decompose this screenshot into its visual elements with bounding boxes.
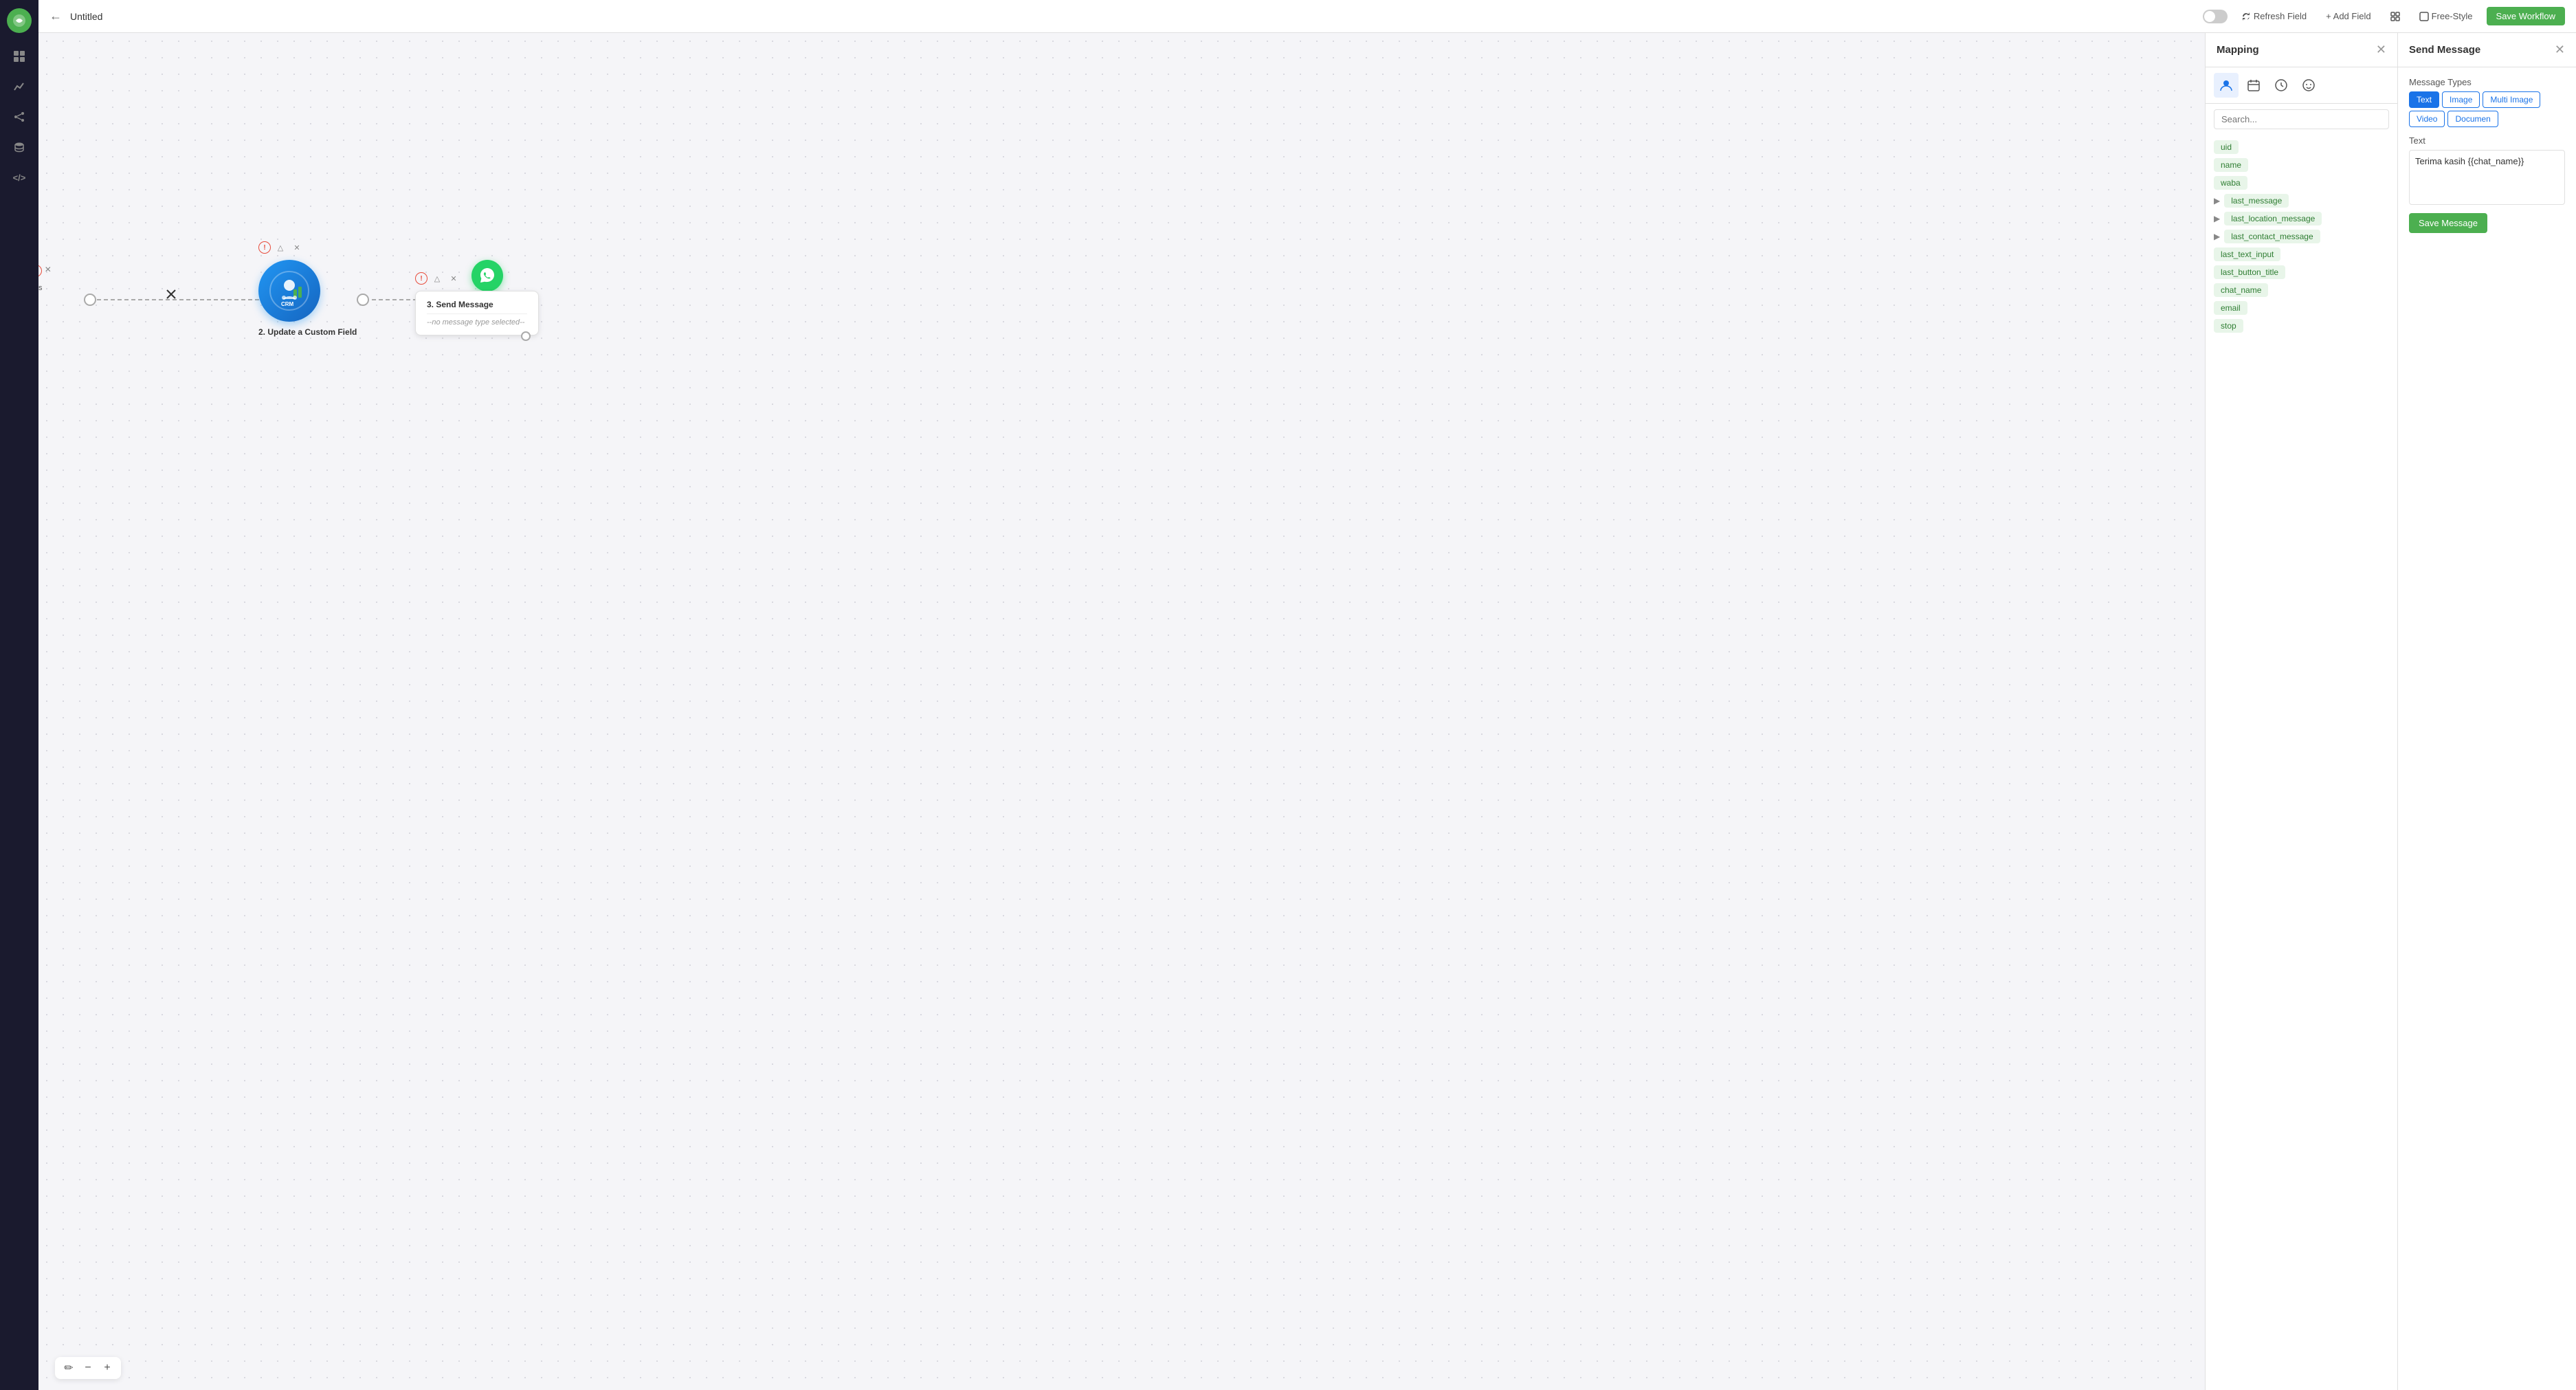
sidebar-item-code[interactable]: </>	[7, 165, 32, 190]
field-tag-last-location[interactable]: last_location_message	[2224, 212, 2322, 225]
output-connector[interactable]	[521, 331, 531, 341]
text-section: Text Terima kasih {{chat_name}}	[2409, 135, 2565, 205]
save-workflow-button[interactable]: Save Workflow	[2487, 7, 2565, 25]
connection-lines: +	[38, 33, 2576, 1390]
whatsapp-icon	[471, 260, 503, 291]
info-button-node3[interactable]: !	[415, 272, 428, 285]
send-message-body: Message Types Text Image Multi Image Vid…	[2398, 67, 2576, 1390]
toggle-switch[interactable]	[2203, 10, 2228, 23]
mapping-title: Mapping	[2217, 44, 2259, 56]
node-send-message[interactable]: ! △ ✕ 3. Send Message --no message type …	[415, 291, 539, 335]
copy-button-node2[interactable]: △	[274, 241, 287, 254]
field-row-last-contact: ▶ last_contact_message	[2214, 230, 2389, 243]
delete-button-node2[interactable]: ✕	[290, 241, 304, 254]
field-row-stop: stop	[2214, 319, 2389, 333]
save-message-button[interactable]: Save Message	[2409, 213, 2487, 233]
send-message-header: Send Message ✕	[2398, 33, 2576, 67]
topbar: ← Untitled Refresh Field + Add Field Fre…	[38, 0, 2576, 33]
node2-label: 2. Update a Custom Field	[258, 327, 357, 337]
info-button-node1[interactable]: !	[38, 265, 42, 277]
field-tag-waba[interactable]: waba	[2214, 176, 2247, 190]
field-row-last-text-input: last_text_input	[2214, 247, 2389, 261]
mapping-panel: Mapping ✕ uid name waba ▶ last_message	[2205, 33, 2397, 1390]
expand-last-contact[interactable]: ▶	[2214, 232, 2220, 241]
add-field-button[interactable]: + Add Field	[2320, 8, 2376, 24]
message-text-input[interactable]: Terima kasih {{chat_name}}	[2409, 150, 2565, 205]
field-tag-last-message[interactable]: last_message	[2224, 194, 2289, 208]
send-message-box[interactable]: 3. Send Message --no message type select…	[415, 291, 539, 335]
msg-type-text[interactable]: Text	[2409, 91, 2439, 108]
zoom-in-button[interactable]: +	[99, 1360, 115, 1376]
sidebar-item-share[interactable]	[7, 104, 32, 129]
node-update-custom-field[interactable]: ! △ ✕ CRM 2. Update a Custom Field	[258, 260, 357, 337]
mapping-tab-emoji[interactable]	[2296, 73, 2321, 98]
msg-type-multi-image[interactable]: Multi Image	[2483, 91, 2540, 108]
msg-type-document[interactable]: Documen	[2447, 111, 2498, 127]
send-message-panel: Send Message ✕ Message Types Text Image …	[2397, 33, 2576, 1390]
mapping-panel-header: Mapping ✕	[2206, 33, 2397, 67]
zoom-out-button[interactable]: −	[80, 1360, 96, 1376]
mapping-search	[2206, 104, 2397, 135]
copy-button-node3[interactable]: △	[430, 272, 444, 285]
field-tag-name[interactable]: name	[2214, 158, 2248, 172]
mapping-close-button[interactable]: ✕	[2376, 43, 2386, 57]
workflow-canvas[interactable]: + ! △ ✕	[38, 33, 2576, 1390]
field-row-uid: uid	[2214, 140, 2389, 154]
message-types-label: Message Types	[2409, 77, 2565, 87]
mapping-tab-contact[interactable]	[2214, 73, 2239, 98]
mapping-tab-calendar[interactable]	[2241, 73, 2266, 98]
sidebar-item-analytics[interactable]	[7, 74, 32, 99]
page-title: Untitled	[70, 11, 2195, 22]
sidebar-logo[interactable]	[7, 8, 32, 33]
send-message-title: Send Message	[2409, 44, 2480, 56]
field-tag-last-contact[interactable]: last_contact_message	[2224, 230, 2320, 243]
info-button-node2[interactable]: !	[258, 241, 271, 254]
mapping-tab-clock[interactable]	[2269, 73, 2294, 98]
node-partial: s ! ✕	[38, 284, 43, 292]
edit-button[interactable]: ✏	[60, 1360, 77, 1376]
text-label: Text	[2409, 135, 2565, 146]
mapping-tabs	[2206, 67, 2397, 104]
delete-button-node3[interactable]: ✕	[447, 272, 460, 285]
msg-type-video[interactable]: Video	[2409, 111, 2445, 127]
customize-button[interactable]	[2385, 9, 2406, 24]
node3-title: 3. Send Message	[427, 300, 527, 309]
expand-last-message[interactable]: ▶	[2214, 196, 2220, 206]
field-tag-email[interactable]: email	[2214, 301, 2247, 315]
field-row-name: name	[2214, 158, 2389, 172]
field-row-waba: waba	[2214, 176, 2389, 190]
message-types-section: Message Types Text Image Multi Image Vid…	[2409, 77, 2565, 127]
mapping-fields: uid name waba ▶ last_message ▶ last_loca…	[2206, 135, 2397, 1390]
msg-type-image[interactable]: Image	[2442, 91, 2480, 108]
send-message-close-button[interactable]: ✕	[2555, 43, 2565, 57]
back-button[interactable]: ←	[49, 9, 62, 23]
field-row-email: email	[2214, 301, 2389, 315]
node3-subtitle: --no message type selected--	[427, 318, 527, 327]
field-row-chat-name: chat_name	[2214, 283, 2389, 297]
field-tag-last-button-title[interactable]: last_button_title	[2214, 265, 2285, 279]
field-tag-last-text-input[interactable]: last_text_input	[2214, 247, 2280, 261]
field-tag-uid[interactable]: uid	[2214, 140, 2239, 154]
field-row-last-button-title: last_button_title	[2214, 265, 2389, 279]
delete-button-node1[interactable]: ✕	[45, 265, 52, 277]
svg-text:CRM: CRM	[281, 301, 294, 307]
mapping-search-input[interactable]	[2214, 109, 2389, 129]
message-types-buttons: Text Image Multi Image Video Documen	[2409, 91, 2565, 127]
sidebar-item-home[interactable]	[7, 44, 32, 69]
expand-last-location[interactable]: ▶	[2214, 214, 2220, 223]
field-row-last-location: ▶ last_location_message	[2214, 212, 2389, 225]
field-tag-chat-name[interactable]: chat_name	[2214, 283, 2268, 297]
free-style-button[interactable]: Free-Style	[2414, 8, 2478, 24]
field-tag-stop[interactable]: stop	[2214, 319, 2243, 333]
refresh-field-button[interactable]: Refresh Field	[2236, 8, 2312, 24]
sidebar-item-database[interactable]	[7, 135, 32, 159]
sidebar: </>	[0, 0, 38, 1390]
field-row-last-message: ▶ last_message	[2214, 194, 2389, 208]
zoom-controls: ✏ − +	[55, 1357, 121, 1379]
